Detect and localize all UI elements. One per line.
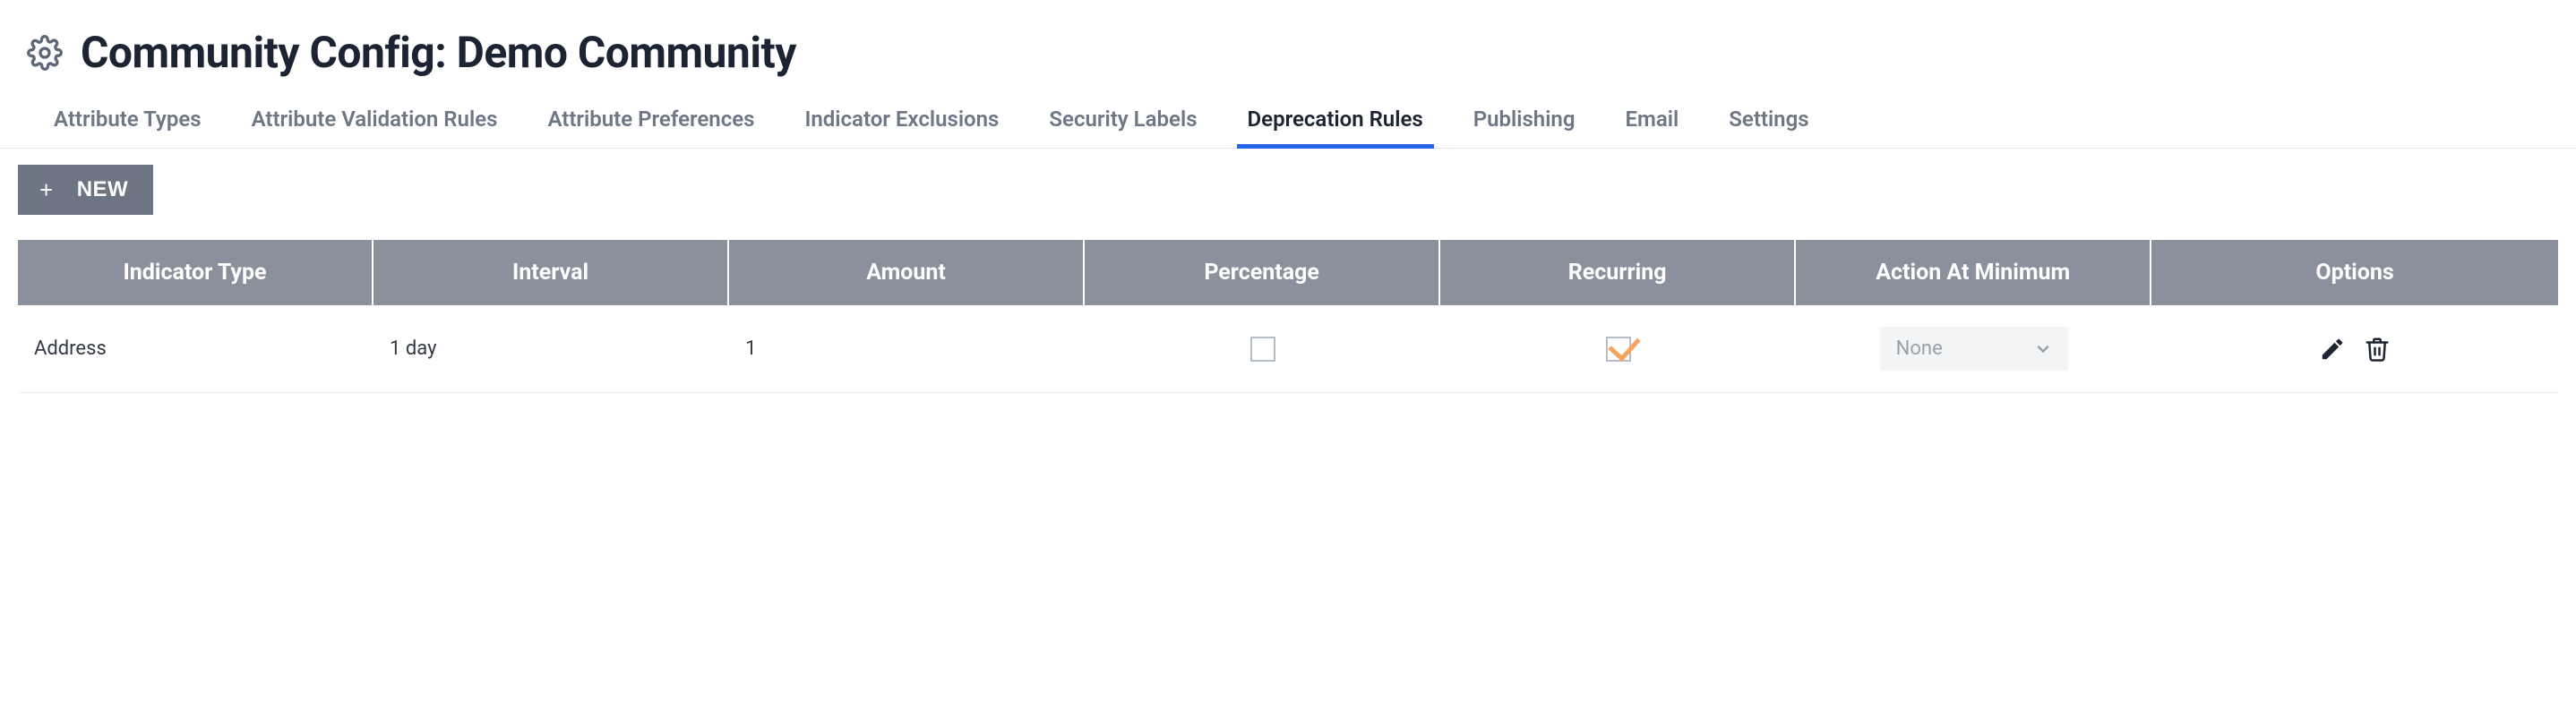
tab-attribute-validation-rules[interactable]: Attribute Validation Rules xyxy=(252,96,498,148)
plus-icon: + xyxy=(39,178,54,201)
cell-percentage xyxy=(1085,315,1440,383)
page-title: Community Config: Demo Community xyxy=(81,27,796,78)
action-at-minimum-select[interactable]: None xyxy=(1880,327,2068,371)
tab-settings[interactable]: Settings xyxy=(1729,96,1808,148)
col-header-action-at-minimum: Action At Minimum xyxy=(1796,240,2151,305)
tabs: Attribute Types Attribute Validation Rul… xyxy=(0,96,2576,149)
tab-attribute-preferences[interactable]: Attribute Preferences xyxy=(547,96,754,148)
toolbar: + NEW xyxy=(0,149,2576,231)
col-header-interval: Interval xyxy=(374,240,729,305)
new-button-label: NEW xyxy=(77,177,129,202)
cell-amount: 1 xyxy=(729,316,1085,381)
table-header: Indicator Type Interval Amount Percentag… xyxy=(18,240,2558,305)
col-header-recurring: Recurring xyxy=(1440,240,1796,305)
cell-interval: 1 day xyxy=(374,316,729,381)
cell-action-at-minimum: None xyxy=(1796,305,2151,392)
tab-deprecation-rules[interactable]: Deprecation Rules xyxy=(1248,96,1423,148)
cell-indicator-type: Address xyxy=(18,316,374,381)
tab-email[interactable]: Email xyxy=(1626,96,1679,148)
tab-attribute-types[interactable]: Attribute Types xyxy=(54,96,202,148)
new-button[interactable]: + NEW xyxy=(18,165,153,215)
table-row: Address 1 day 1 None xyxy=(18,305,2558,393)
gear-icon xyxy=(27,35,63,71)
edit-icon[interactable] xyxy=(2319,336,2346,363)
recurring-checkbox[interactable] xyxy=(1606,337,1631,362)
tab-indicator-exclusions[interactable]: Indicator Exclusions xyxy=(804,96,999,148)
cell-options xyxy=(2151,314,2558,384)
deprecation-rules-table: Indicator Type Interval Amount Percentag… xyxy=(18,240,2558,393)
tab-security-labels[interactable]: Security Labels xyxy=(1049,96,1197,148)
col-header-options: Options xyxy=(2151,240,2558,305)
tab-publishing[interactable]: Publishing xyxy=(1473,96,1576,148)
col-header-indicator-type: Indicator Type xyxy=(18,240,374,305)
delete-icon[interactable] xyxy=(2364,336,2391,363)
cell-recurring xyxy=(1440,315,1796,383)
col-header-percentage: Percentage xyxy=(1085,240,1440,305)
percentage-checkbox[interactable] xyxy=(1250,337,1275,362)
chevron-down-icon xyxy=(2034,340,2052,358)
col-header-amount: Amount xyxy=(729,240,1085,305)
select-value: None xyxy=(1896,337,1943,360)
page-header: Community Config: Demo Community xyxy=(0,0,2576,96)
